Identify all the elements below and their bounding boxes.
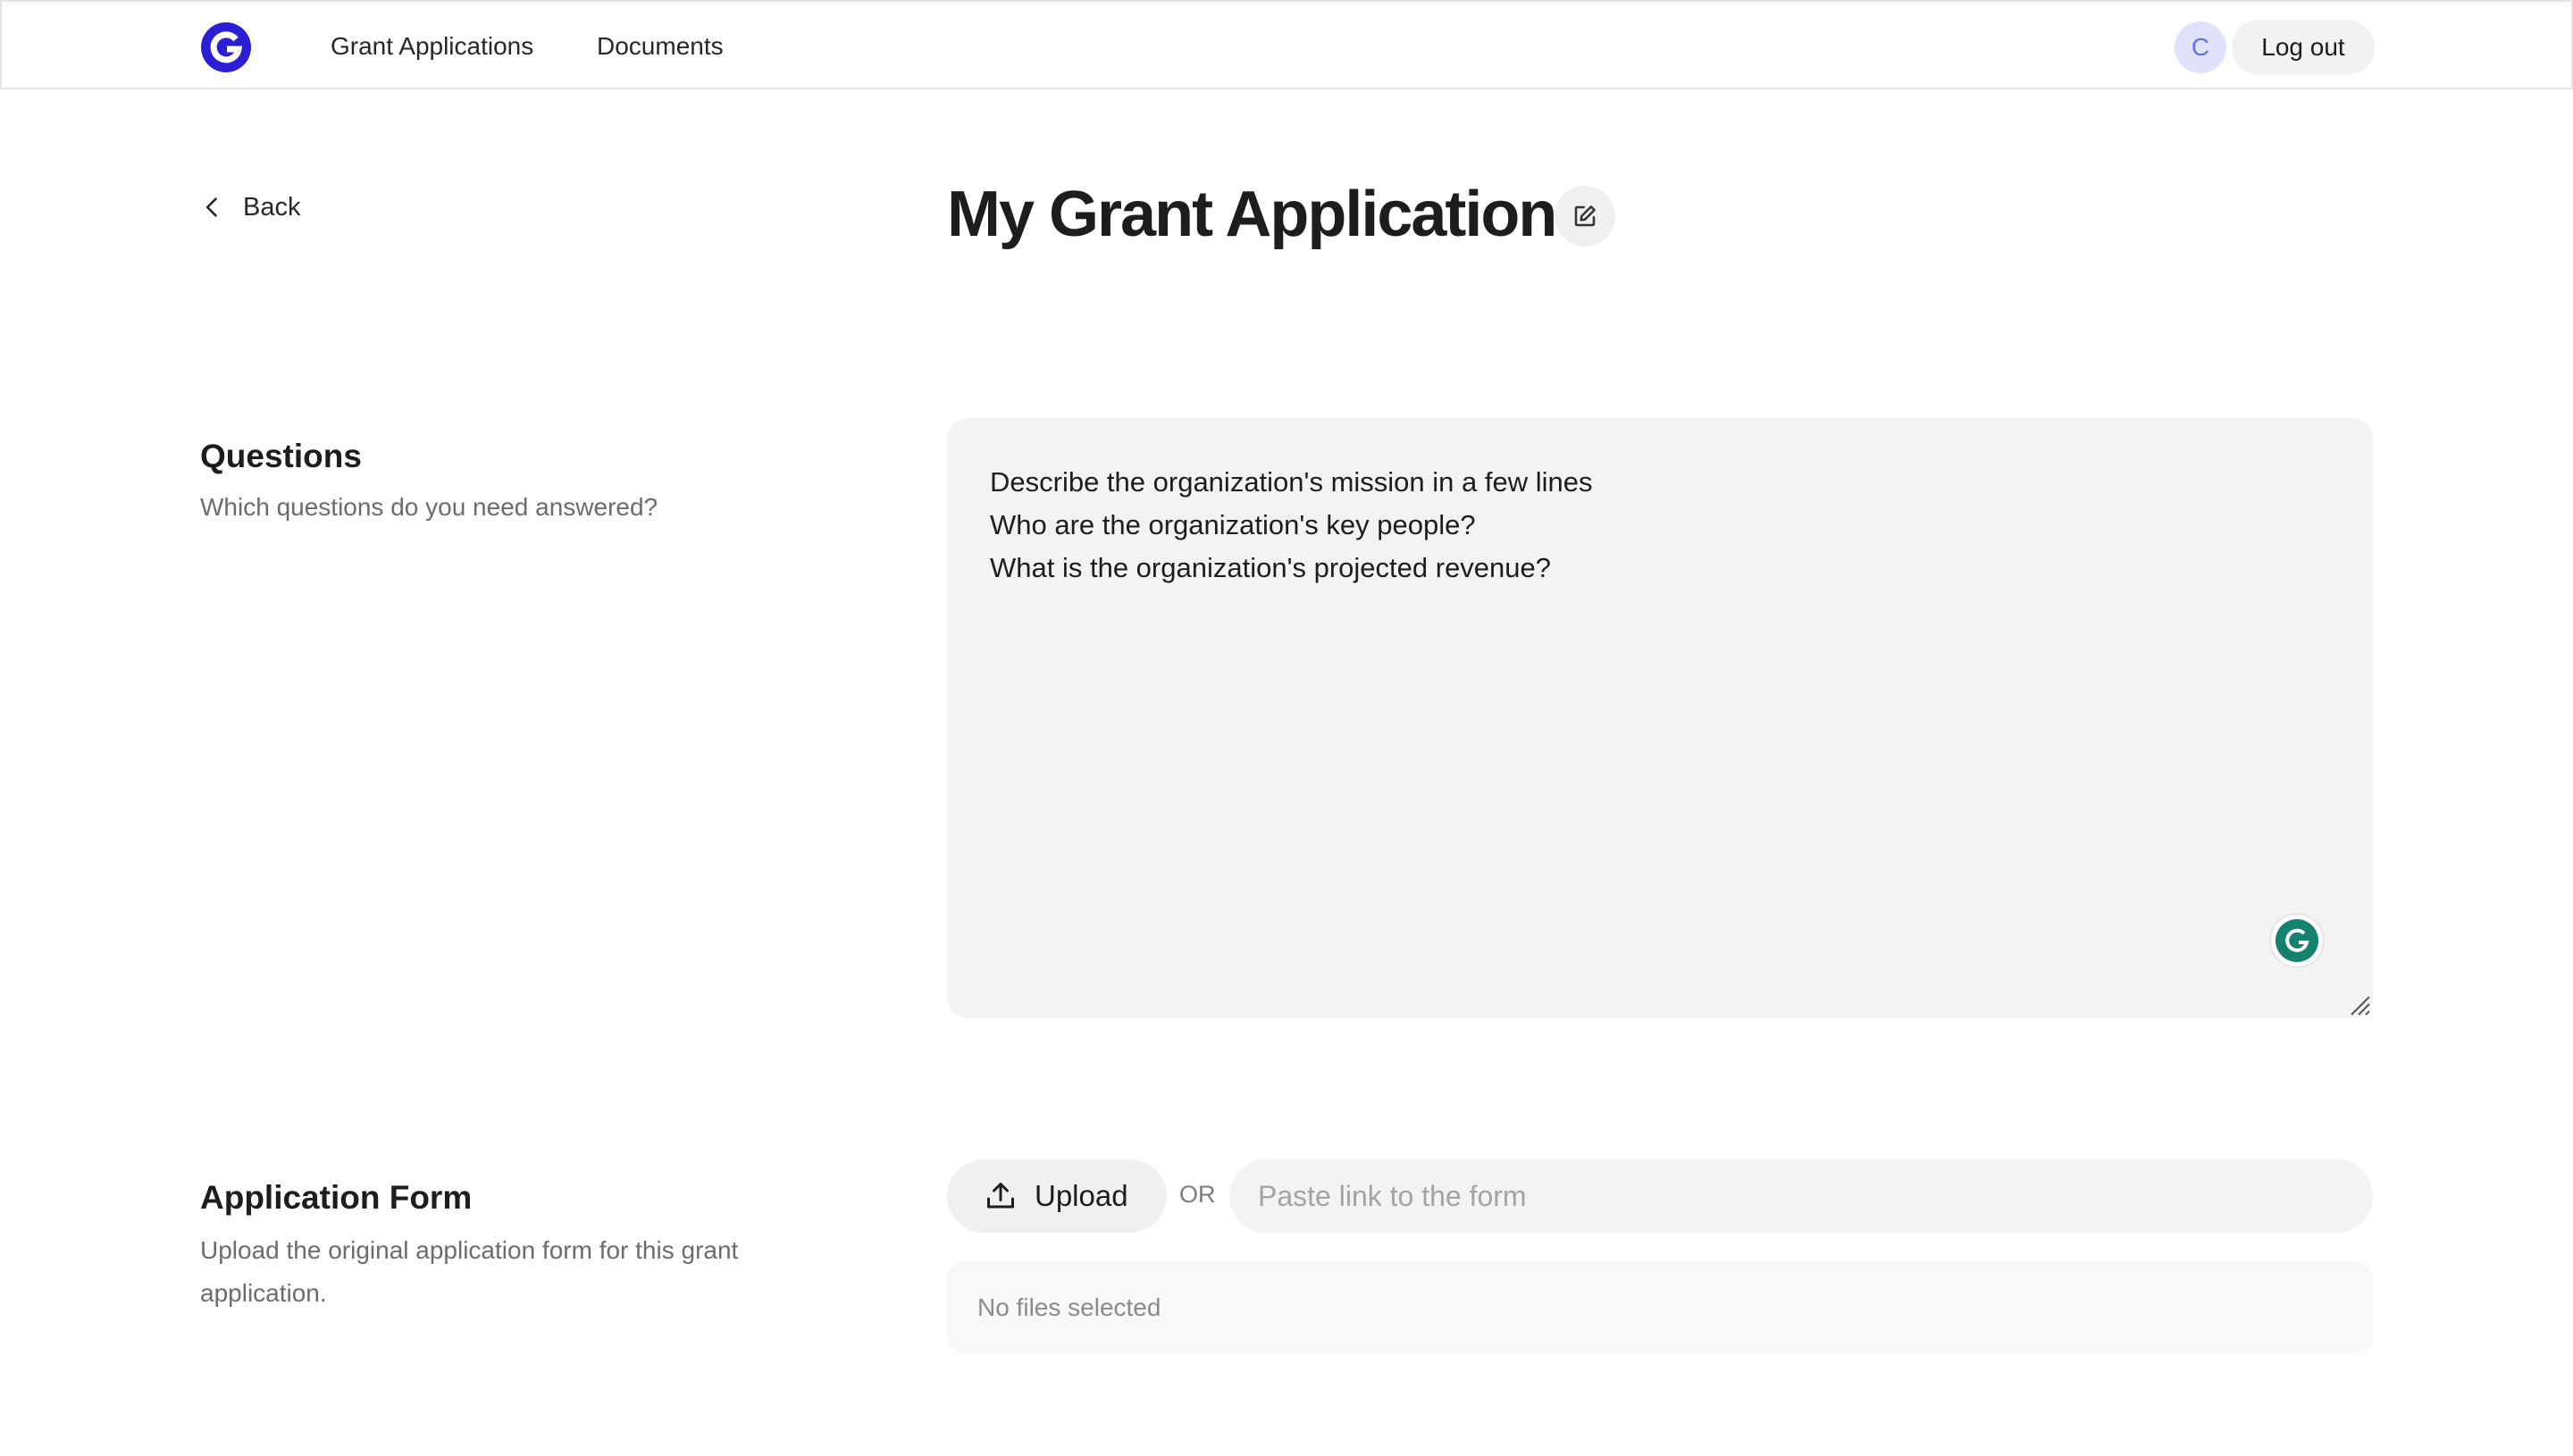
top-navigation-bar: Grant Applications Documents C Log out: [0, 0, 2573, 89]
questions-textarea[interactable]: Describe the organization's mission in a…: [947, 418, 2373, 1018]
upload-button[interactable]: Upload: [947, 1159, 1167, 1233]
selected-files-status: No files selected: [947, 1261, 2373, 1354]
form-link-input[interactable]: [1229, 1159, 2373, 1233]
application-form-section-title: Application Form: [200, 1179, 473, 1216]
or-label: OR: [1179, 1181, 1216, 1208]
chevron-left-icon: [205, 197, 217, 217]
back-label: Back: [243, 192, 301, 222]
application-form-section-subtitle: Upload the original application form for…: [200, 1236, 739, 1307]
questions-section-title: Questions: [200, 438, 362, 474]
nav-link-grant-applications[interactable]: Grant Applications: [331, 29, 533, 64]
back-link[interactable]: Back: [200, 188, 300, 227]
grammarly-icon[interactable]: [2271, 915, 2323, 966]
user-avatar[interactable]: C: [2175, 21, 2226, 73]
logo-icon[interactable]: [200, 21, 252, 73]
nav-link-documents[interactable]: Documents: [597, 29, 724, 64]
questions-section-subtitle: Which questions do you need answered?: [200, 493, 658, 521]
resize-handle-icon[interactable]: [2348, 993, 2371, 1017]
logout-button[interactable]: Log out: [2232, 20, 2375, 75]
upload-label: Upload: [1035, 1179, 1128, 1212]
page-title: My Grant Application: [947, 179, 1557, 250]
upload-icon: [987, 1183, 1014, 1209]
edit-icon: [1574, 205, 1596, 227]
edit-title-button[interactable]: [1555, 186, 1615, 247]
